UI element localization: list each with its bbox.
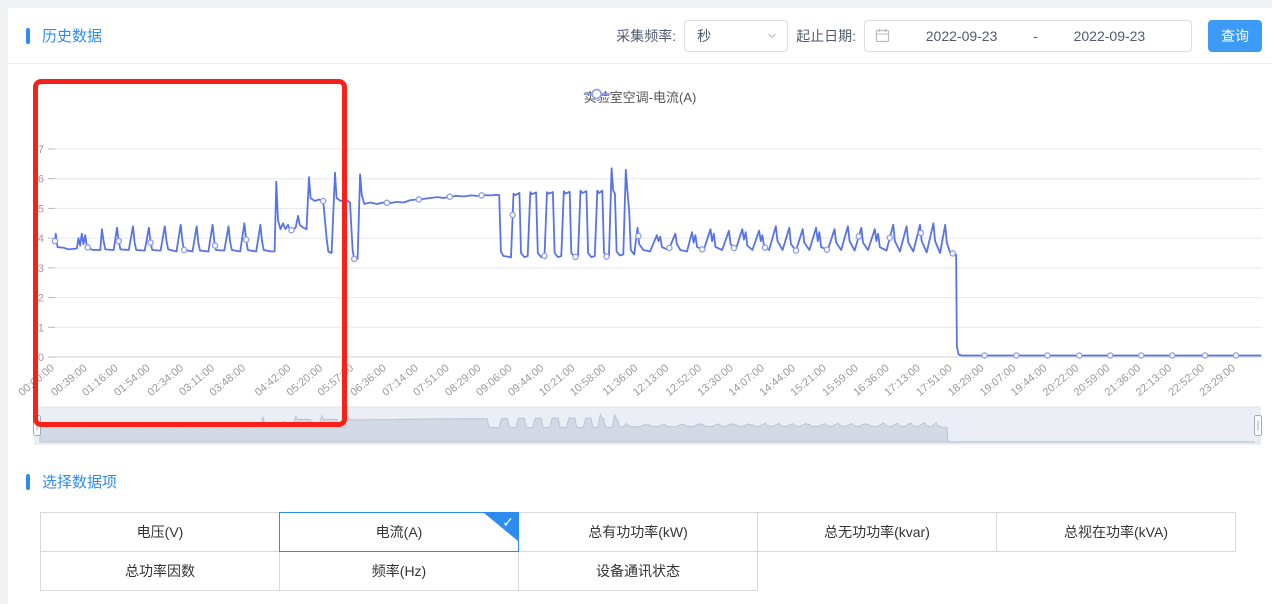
series-markers	[52, 193, 1238, 358]
data-item-label: 频率(Hz)	[372, 561, 426, 581]
data-item-cell[interactable]: 总功率因数	[40, 551, 280, 591]
data-item-table: 电压(V) 电流(A) ✓ 总有功功率(kW) 总无功功率(kvar) 总视在功率(kVA…	[40, 512, 1272, 591]
data-item-label: 总无功功率(kvar)	[824, 522, 930, 542]
data-item-cell[interactable]: 总有功功率(kW)	[518, 512, 758, 552]
line-chart-canvas[interactable]: 0123456700:00:0000:39:0001:16:0001:54:00…	[8, 64, 1272, 459]
chart-legend[interactable]: 实验室空调-电流(A)	[584, 87, 697, 106]
svg-text:0: 0	[38, 352, 44, 364]
svg-text:1: 1	[38, 322, 44, 334]
calendar-icon	[875, 28, 890, 43]
frequency-value: 秒	[697, 26, 711, 46]
data-item-cell[interactable]: 电压(V)	[40, 512, 280, 552]
svg-text:00:00:00: 00:00:00	[16, 362, 57, 399]
empty-cell	[996, 551, 1236, 591]
svg-text:4: 4	[38, 233, 44, 245]
data-item-cell[interactable]: 总视在功率(kVA)	[996, 512, 1236, 552]
check-icon: ✓	[502, 514, 514, 531]
svg-text:3: 3	[38, 263, 44, 275]
data-item-cell[interactable]: 设备通讯状态	[518, 551, 758, 591]
query-button[interactable]: 查询	[1208, 20, 1262, 52]
history-chart-area: 实验室空调-电流(A) 0123456700:00:0000:39:0001:1…	[8, 64, 1272, 459]
date-range-picker[interactable]: 2022-09-23 - 2022-09-23	[864, 20, 1192, 52]
svg-text:7: 7	[38, 144, 44, 156]
data-item-cell[interactable]: 频率(Hz)	[279, 551, 519, 591]
data-item-label: 总视在功率(kVA)	[1064, 522, 1168, 542]
svg-text:01:54:00: 01:54:00	[112, 362, 153, 399]
header-row: 历史数据 采集频率: 秒 起止日期: 2022-09-23 - 20	[8, 8, 1272, 64]
chevron-down-icon	[766, 30, 778, 42]
svg-text:6: 6	[38, 174, 44, 186]
start-date-value[interactable]: 2022-09-23	[890, 28, 1033, 44]
zoom-handle-right[interactable]	[1255, 416, 1262, 436]
table-row: 总功率因数 频率(Hz) 设备通讯状态	[40, 551, 1272, 591]
data-item-cell[interactable]: 电流(A) ✓	[279, 512, 519, 552]
page-title-text: 历史数据	[42, 25, 102, 46]
table-row: 电压(V) 电流(A) ✓ 总有功功率(kW) 总无功功率(kvar) 总视在功率(kVA…	[40, 512, 1272, 552]
main-panel: 历史数据 采集频率: 秒 起止日期: 2022-09-23 - 20	[8, 8, 1272, 604]
svg-text:5: 5	[38, 203, 44, 215]
end-date-value[interactable]: 2022-09-23	[1038, 28, 1181, 44]
svg-text:2: 2	[38, 293, 44, 305]
title-accent-bar	[26, 28, 30, 44]
data-item-label: 电压(V)	[137, 522, 184, 542]
frequency-select[interactable]: 秒	[684, 20, 788, 52]
plot-grid: 0123456700:00:0000:39:0001:16:0001:54:00…	[16, 144, 1262, 399]
data-item-cell[interactable]: 总无功功率(kvar)	[757, 512, 997, 552]
selector-title-text: 选择数据项	[42, 471, 117, 492]
date-range-label: 起止日期:	[796, 26, 856, 46]
selector-title: 选择数据项	[26, 471, 1272, 492]
data-item-label: 总有功功率(kW)	[588, 522, 688, 542]
data-item-label: 总功率因数	[125, 561, 195, 581]
empty-cell	[757, 551, 997, 591]
data-zoom-slider[interactable]	[34, 407, 1262, 444]
page-title: 历史数据	[26, 25, 102, 46]
zoom-handle-left[interactable]	[34, 416, 41, 436]
legend-line-marker-icon	[584, 87, 610, 101]
selector-accent-bar	[26, 474, 30, 490]
frequency-label: 采集频率:	[616, 26, 676, 46]
query-controls: 采集频率: 秒 起止日期: 2022-09-23 - 2022-09-23	[616, 20, 1262, 52]
data-item-label: 设备通讯状态	[596, 561, 680, 581]
data-item-label: 电流(A)	[376, 522, 423, 542]
